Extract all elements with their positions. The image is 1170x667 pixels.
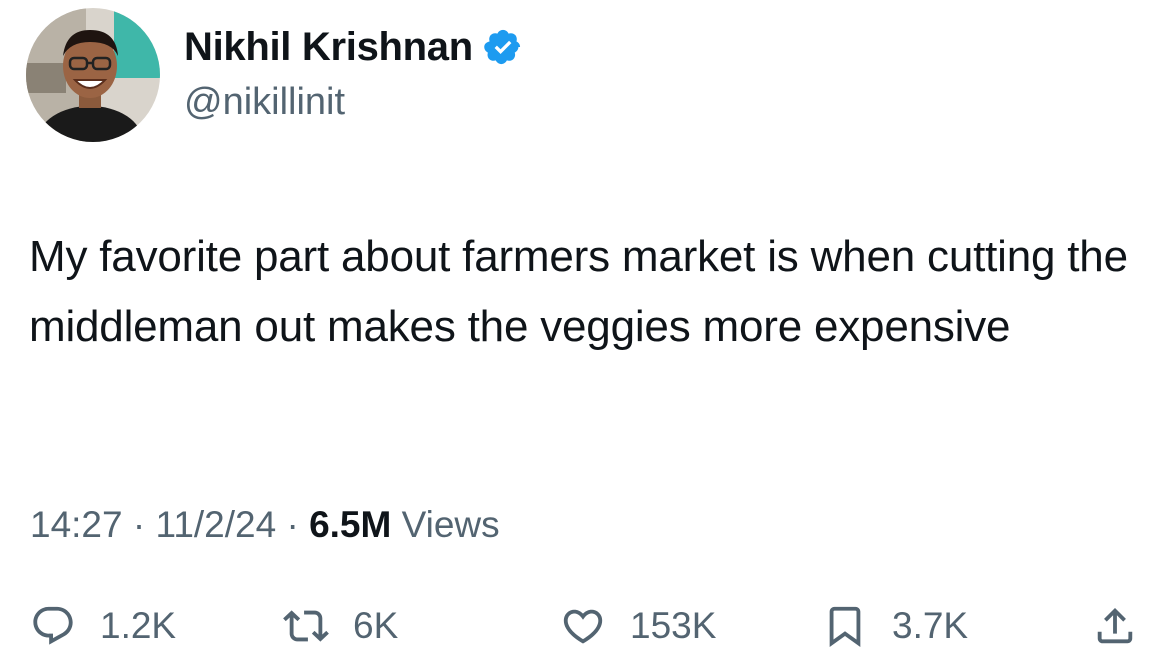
like-count: 153K [630,605,717,646]
reply-button[interactable]: 1.2K [30,596,176,656]
author-display-name[interactable]: Nikhil Krishnan [184,24,473,70]
share-button[interactable] [1092,596,1138,656]
action-bar: 1.2K 6K 153K 3.7K [0,596,1170,656]
avatar[interactable] [26,8,160,142]
meta-separator: · [286,504,299,545]
share-icon [1092,603,1138,649]
meta-separator: · [132,504,146,545]
views-count[interactable]: 6.5M [309,504,391,545]
bookmark-count: 3.7K [892,605,969,646]
tweet-date[interactable]: 11/2/24 [155,504,276,545]
repost-button[interactable]: 6K [283,596,398,656]
tweet-meta: 14:27 · 11/2/24 · 6.5M Views [30,503,500,547]
views-label[interactable]: Views [402,504,500,545]
tweet-time[interactable]: 14:27 [30,504,123,545]
repost-count: 6K [353,605,399,646]
tweet-text: My favorite part about farmers market is… [29,232,1128,351]
reply-icon [30,603,76,649]
like-button[interactable]: 153K [560,596,716,656]
like-icon [560,603,606,649]
reply-count: 1.2K [100,605,177,646]
author-name-row[interactable]: Nikhil Krishnan [184,24,523,70]
author-handle[interactable]: @nikillinit [184,80,345,124]
bookmark-button[interactable]: 3.7K [822,596,968,656]
bookmark-icon [822,603,868,649]
repost-icon [283,603,329,649]
verified-badge-icon[interactable] [483,27,523,67]
